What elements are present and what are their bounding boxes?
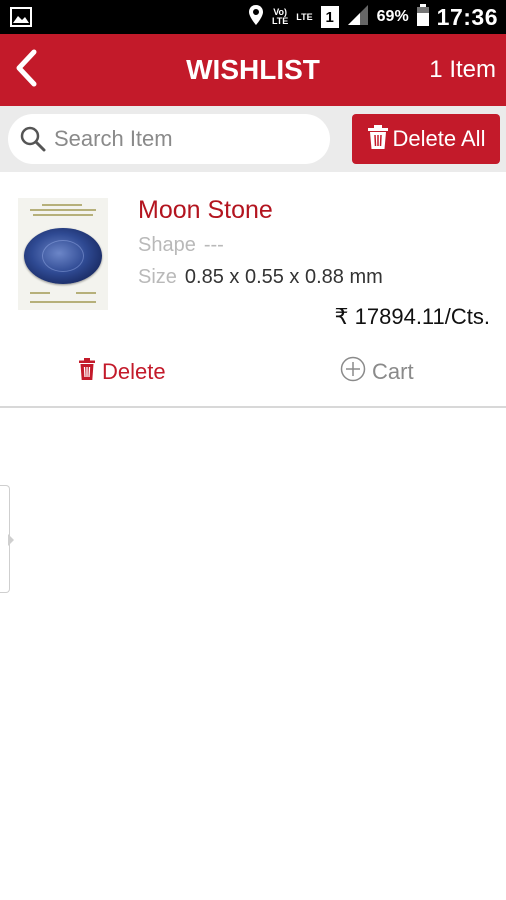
product-price: ₹ 17894.11/Cts.: [334, 304, 490, 329]
sim-indicator: 1: [320, 6, 339, 28]
add-to-cart-button[interactable]: Cart: [340, 350, 414, 394]
wishlist-item: Moon Stone Shape --- Size 0.85 x 0.55 x 0.…: [0, 172, 506, 408]
shape-label: Shape: [138, 234, 196, 256]
gallery-notification-icon: [10, 7, 32, 27]
size-value: 0.85 x 0.55 x 0.88 mm: [184, 266, 383, 288]
delete-item-label: Delete: [102, 359, 166, 384]
status-bar: Vo) LTE LTE 1 69% 17:36: [0, 0, 506, 34]
product-image[interactable]: [18, 198, 108, 310]
delete-all-label: Delete All: [392, 126, 486, 151]
size-row: Size 0.85 x 0.55 x 0.88 mm: [138, 266, 383, 289]
chevron-left-icon: [14, 49, 38, 92]
app-bar: WISHLIST 1 Item: [0, 34, 506, 106]
item-actions: Delete Cart: [0, 350, 506, 394]
volte-indicator: Vo) LTE: [272, 8, 288, 26]
trash-icon: [78, 357, 96, 387]
shape-row: Shape ---: [138, 234, 224, 257]
search-toolbar: Delete All: [0, 106, 506, 172]
shape-value: ---: [203, 234, 224, 256]
item-count: 1 Item: [429, 56, 496, 83]
delete-all-button[interactable]: Delete All: [352, 114, 500, 164]
plus-circle-icon: [340, 356, 366, 388]
trash-icon: [367, 124, 389, 155]
volte-lte-label: LTE: [271, 16, 289, 26]
gemstone-photo: [24, 228, 102, 284]
battery-percent: 69%: [376, 8, 409, 25]
lte-label: LTE: [296, 11, 313, 22]
product-name[interactable]: Moon Stone: [138, 196, 273, 225]
search-icon: [18, 124, 48, 154]
delete-item-button[interactable]: Delete: [78, 350, 166, 394]
location-icon: [248, 4, 264, 31]
back-button[interactable]: [8, 48, 44, 92]
drawer-handle[interactable]: [0, 485, 14, 593]
signal-icon: [347, 4, 369, 31]
size-label: Size: [138, 266, 177, 288]
search-input[interactable]: [54, 126, 304, 152]
clock: 17:36: [436, 3, 498, 30]
add-to-cart-label: Cart: [372, 359, 414, 384]
battery-icon: [416, 3, 429, 31]
search-box[interactable]: [8, 114, 330, 164]
